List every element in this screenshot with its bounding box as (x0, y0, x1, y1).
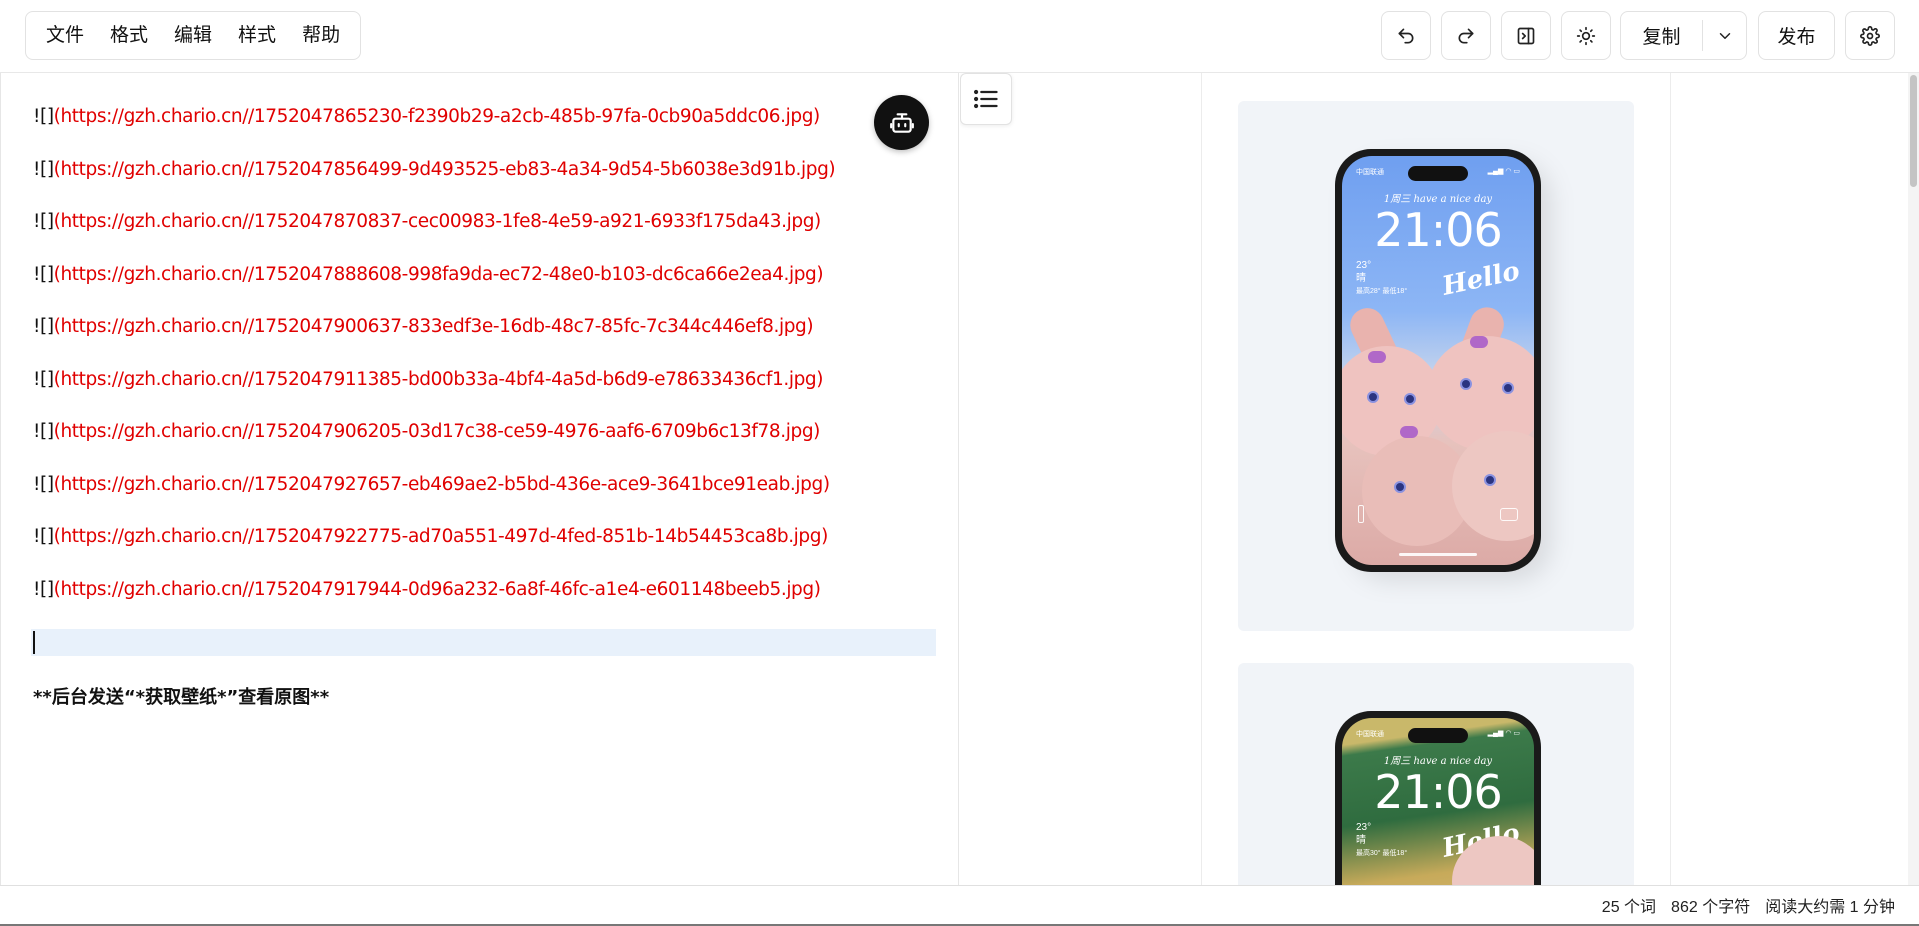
chevron-down-icon (1719, 32, 1730, 39)
status-icons: ▂▄▆ ◠ ▭ (1487, 730, 1520, 737)
ai-assistant-button[interactable] (874, 95, 929, 150)
wallpaper-image-2[interactable]: 中国联通 ▂▄▆ ◠ ▭ 1周三 have a nice day 21:06 2… (1238, 663, 1634, 885)
hello-script: Hello (1439, 256, 1523, 302)
top-toolbar: 文件 格式 编辑 样式 帮助 复制 发布 (0, 0, 1919, 73)
lock-clock: 21:06 (1374, 203, 1503, 257)
bunny-eye (1404, 393, 1416, 405)
word-count: 25 个词 (1601, 899, 1657, 916)
weather-desc: 晴 (1356, 835, 1366, 846)
article-preview: 中国联通 ▂▄▆ ◠ ▭ 1周三 have a nice day 21:06 2… (1201, 73, 1671, 885)
status-bar: 25 个词 862 个字符 阅读大约需 1 分钟 (0, 885, 1919, 926)
editor-line[interactable]: ![](https://gzh.chario.cn//1752047917944… (33, 579, 821, 600)
menu-file[interactable]: 文件 (33, 18, 97, 53)
editor-line[interactable]: ![](https://gzh.chario.cn//1752047911385… (33, 369, 823, 390)
preview-scrollbar[interactable] (1908, 73, 1919, 885)
flashlight-icon (1358, 505, 1364, 523)
panel-toggle-icon (1517, 27, 1535, 44)
dynamic-island (1408, 166, 1468, 181)
editor-bold-line[interactable]: **后台发送“*获取壁纸*”查看原图** (33, 683, 329, 709)
editor-line[interactable]: ![](https://gzh.chario.cn//1752047922775… (33, 526, 828, 547)
camera-icon (1500, 508, 1518, 521)
editor-line[interactable]: ![](https://gzh.chario.cn//1752047856499… (33, 159, 836, 180)
menu-style[interactable]: 样式 (225, 18, 289, 53)
redo-icon (1458, 28, 1474, 44)
lock-weather: 23° 晴 最高30° 最低18° (1356, 821, 1407, 860)
lock-weather: 23° 晴 最高28° 最低18° (1356, 259, 1407, 298)
editor-line[interactable]: ![](https://gzh.chario.cn//1752047888608… (33, 264, 824, 285)
phone-screen: 中国联通 ▂▄▆ ◠ ▭ 1周三 have a nice day 21:06 2… (1342, 156, 1534, 565)
editor-line[interactable]: ![](https://gzh.chario.cn//1752047927657… (33, 474, 830, 495)
bow (1400, 426, 1418, 438)
status-icons: ▂▄▆ ◠ ▭ (1487, 168, 1520, 175)
status-carrier: 中国联通 (1356, 731, 1384, 738)
phone-screen: 中国联通 ▂▄▆ ◠ ▭ 1周三 have a nice day 21:06 2… (1342, 718, 1534, 885)
weather-range: 最高30° 最低18° (1356, 850, 1408, 857)
editor-line[interactable]: ![](https://gzh.chario.cn//1752047870837… (33, 211, 821, 232)
theme-toggle-button[interactable] (1561, 11, 1611, 60)
menu-help[interactable]: 帮助 (289, 18, 353, 53)
toggle-preview-button[interactable] (1501, 11, 1551, 60)
home-indicator (1399, 553, 1477, 556)
undo-icon (1398, 28, 1414, 44)
menu-format[interactable]: 格式 (97, 18, 161, 53)
redo-button[interactable] (1441, 11, 1491, 60)
lock-clock: 21:06 (1374, 765, 1503, 819)
undo-button[interactable] (1381, 11, 1431, 60)
markdown-editor[interactable]: ![](https://gzh.chario.cn//1752047865230… (0, 73, 959, 885)
status-carrier: 中国联通 (1356, 169, 1384, 176)
editor-line[interactable]: ![](https://gzh.chario.cn//1752047906205… (33, 421, 820, 442)
weather-temp: 23° (1356, 822, 1372, 833)
bunny-eye (1394, 481, 1406, 493)
settings-button[interactable] (1845, 11, 1895, 60)
preview-pane: 中国联通 ▂▄▆ ◠ ▭ 1周三 have a nice day 21:06 2… (960, 73, 1919, 885)
weather-temp: 23° (1356, 260, 1372, 271)
publish-button[interactable]: 发布 (1758, 11, 1835, 60)
dynamic-island (1408, 728, 1468, 743)
bunny-eye (1367, 391, 1379, 403)
weather-desc: 晴 (1356, 273, 1366, 284)
bow (1368, 351, 1386, 363)
phone-mockup: 中国联通 ▂▄▆ ◠ ▭ 1周三 have a nice day 21:06 2… (1335, 711, 1541, 885)
sun-icon (1576, 26, 1596, 45)
editor-line[interactable]: ![](https://gzh.chario.cn//1752047865230… (33, 106, 820, 127)
gear-icon (1860, 25, 1880, 46)
weather-range: 最高28° 最低18° (1356, 288, 1408, 295)
reading-time: 阅读大约需 1 分钟 (1765, 899, 1895, 916)
scrollbar-thumb[interactable] (1910, 75, 1917, 187)
toc-button[interactable] (960, 73, 1012, 125)
menu-bar: 文件 格式 编辑 样式 帮助 (25, 11, 362, 60)
bunny-face (1452, 431, 1534, 541)
text-cursor (33, 631, 35, 654)
robot-icon (889, 112, 914, 133)
bow (1470, 336, 1488, 348)
bunny-eye (1460, 378, 1472, 390)
bunny-eye (1484, 474, 1496, 486)
phone-mockup: 中国联通 ▂▄▆ ◠ ▭ 1周三 have a nice day 21:06 2… (1335, 149, 1541, 572)
wallpaper-image-1[interactable]: 中国联通 ▂▄▆ ◠ ▭ 1周三 have a nice day 21:06 2… (1238, 101, 1634, 631)
list-icon (973, 89, 998, 109)
editor-line[interactable]: ![](https://gzh.chario.cn//1752047900637… (33, 316, 814, 337)
copy-button-group: 复制 (1620, 11, 1747, 60)
copy-button[interactable]: 复制 (1621, 20, 1703, 51)
menu-edit[interactable]: 编辑 (161, 18, 225, 53)
active-line-highlight (31, 629, 936, 656)
bunny-eye (1502, 382, 1514, 394)
char-count: 862 个字符 (1671, 899, 1751, 916)
copy-dropdown-button[interactable] (1703, 12, 1746, 59)
